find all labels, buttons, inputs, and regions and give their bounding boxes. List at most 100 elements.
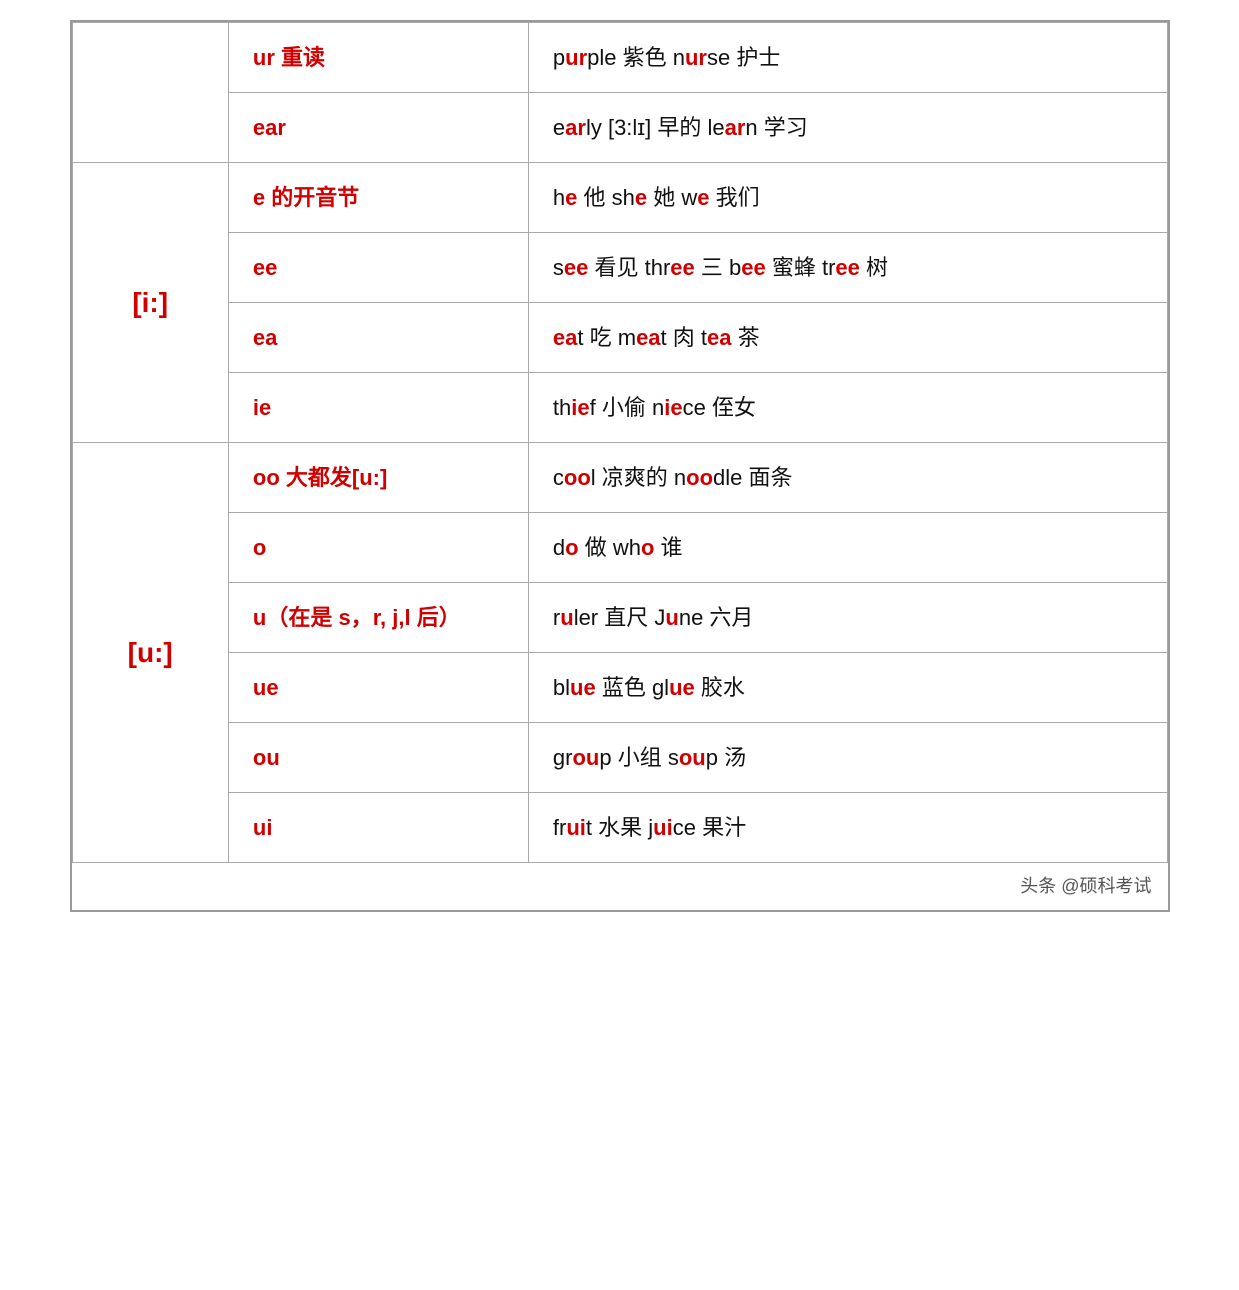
pattern-cell: ie	[228, 373, 528, 443]
plain-text: n 学习	[745, 115, 807, 140]
examples-cell: blue 蓝色 glue 胶水	[528, 653, 1167, 723]
highlighted-letters: ea	[636, 325, 660, 350]
pattern-cell: ee	[228, 233, 528, 303]
plain-text: se 护士	[707, 45, 780, 70]
plain-text: p 小组 s	[599, 745, 678, 770]
pattern-cell: ue	[228, 653, 528, 723]
highlighted-letters: ou	[572, 745, 599, 770]
plain-text: 做 wh	[579, 535, 641, 560]
highlighted-letters: ee	[564, 255, 588, 280]
plain-text: ler 直尺 J	[574, 605, 666, 630]
examples-cell: eat 吃 meat 肉 tea 茶	[528, 303, 1167, 373]
plain-text: fr	[553, 815, 566, 840]
examples-cell: fruit 水果 juice 果汁	[528, 793, 1167, 863]
table-row: ueblue 蓝色 glue 胶水	[72, 653, 1167, 723]
highlighted-letters: oo	[686, 465, 713, 490]
plain-text: t 水果 j	[586, 815, 653, 840]
plain-text: l 凉爽的 n	[591, 465, 686, 490]
examples-cell: do 做 who 谁	[528, 513, 1167, 583]
pattern-cell: ea	[228, 303, 528, 373]
pattern-cell: e 的开音节	[228, 163, 528, 233]
plain-text: 蓝色 gl	[596, 675, 669, 700]
highlighted-letters: ie	[664, 395, 682, 420]
plain-text: e	[553, 115, 565, 140]
highlighted-letters: u	[665, 605, 678, 630]
highlighted-letters: ea	[553, 325, 577, 350]
plain-text: 他 sh	[577, 185, 634, 210]
plain-text: p	[553, 45, 565, 70]
examples-cell: early [3:lɪ] 早的 learn 学习	[528, 93, 1167, 163]
phoneme-cell-empty	[72, 23, 228, 163]
pattern-cell: ear	[228, 93, 528, 163]
highlighted-letters: ur	[565, 45, 587, 70]
examples-cell: cool 凉爽的 noodle 面条	[528, 443, 1167, 513]
highlighted-letters: ur	[685, 45, 707, 70]
examples-cell: see 看见 three 三 bee 蜜蜂 tree 树	[528, 233, 1167, 303]
plain-text: 她 w	[647, 185, 697, 210]
plain-text: gr	[553, 745, 573, 770]
pattern-cell: oo 大都发[u:]	[228, 443, 528, 513]
pattern-cell: ur 重读	[228, 23, 528, 93]
plain-text: t 吃 m	[577, 325, 636, 350]
highlighted-letters: e	[697, 185, 709, 210]
table-row: iethief 小偷 niece 侄女	[72, 373, 1167, 443]
plain-text: th	[553, 395, 571, 420]
table-row: eaeat 吃 meat 肉 tea 茶	[72, 303, 1167, 373]
phoneme-cell: [i:]	[72, 163, 228, 443]
plain-text: d	[553, 535, 565, 560]
table-row: odo 做 who 谁	[72, 513, 1167, 583]
highlighted-letters: ui	[566, 815, 586, 840]
plain-text: 蜜蜂 tr	[766, 255, 836, 280]
plain-text: f 小偷 n	[590, 395, 665, 420]
highlighted-letters: e	[565, 185, 577, 210]
highlighted-letters: ue	[669, 675, 695, 700]
highlighted-letters: ue	[570, 675, 596, 700]
plain-text: s	[553, 255, 564, 280]
highlighted-letters: ie	[571, 395, 589, 420]
plain-text: 三 b	[695, 255, 741, 280]
plain-text: ly [3:lɪ] 早的 le	[586, 115, 725, 140]
highlighted-letters: ar	[565, 115, 586, 140]
plain-text: ne 六月	[679, 605, 754, 630]
highlighted-letters: ar	[725, 115, 746, 140]
table-row: eesee 看见 three 三 bee 蜜蜂 tree 树	[72, 233, 1167, 303]
table-row: ougroup 小组 soup 汤	[72, 723, 1167, 793]
highlighted-letters: ui	[653, 815, 673, 840]
highlighted-letters: ea	[707, 325, 731, 350]
table-row: u（在是 s，r, j,l 后）ruler 直尺 June 六月	[72, 583, 1167, 653]
plain-text: c	[553, 465, 564, 490]
table-row: uifruit 水果 juice 果汁	[72, 793, 1167, 863]
plain-text: 树	[860, 255, 888, 280]
table-row: [u:]oo 大都发[u:]cool 凉爽的 noodle 面条	[72, 443, 1167, 513]
examples-cell: group 小组 soup 汤	[528, 723, 1167, 793]
plain-text: p 汤	[706, 745, 746, 770]
table-row: earearly [3:lɪ] 早的 learn 学习	[72, 93, 1167, 163]
highlighted-letters: oo	[564, 465, 591, 490]
phoneme-cell: [u:]	[72, 443, 228, 863]
plain-text: bl	[553, 675, 570, 700]
pattern-cell: ou	[228, 723, 528, 793]
plain-text: 看见 thr	[588, 255, 670, 280]
plain-text: 我们	[710, 185, 760, 210]
plain-text: dle 面条	[713, 465, 792, 490]
examples-cell: he 他 she 她 we 我们	[528, 163, 1167, 233]
plain-text: 谁	[654, 535, 682, 560]
examples-cell: purple 紫色 nurse 护士	[528, 23, 1167, 93]
table-row: ur 重读purple 紫色 nurse 护士	[72, 23, 1167, 93]
highlighted-letters: ee	[741, 255, 765, 280]
plain-text: ple 紫色 n	[587, 45, 685, 70]
plain-text: ce 侄女	[683, 395, 756, 420]
plain-text: t 肉 t	[661, 325, 707, 350]
examples-cell: thief 小偷 niece 侄女	[528, 373, 1167, 443]
highlighted-letters: o	[565, 535, 578, 560]
highlighted-letters: ee	[670, 255, 694, 280]
main-table: ur 重读purple 紫色 nurse 护士earearly [3:lɪ] 早…	[70, 20, 1170, 912]
pattern-cell: o	[228, 513, 528, 583]
pattern-cell: ui	[228, 793, 528, 863]
highlighted-letters: o	[641, 535, 654, 560]
highlighted-letters: ee	[835, 255, 859, 280]
highlighted-letters: ou	[679, 745, 706, 770]
plain-text: 胶水	[695, 675, 745, 700]
examples-cell: ruler 直尺 June 六月	[528, 583, 1167, 653]
plain-text: ce 果汁	[673, 815, 746, 840]
